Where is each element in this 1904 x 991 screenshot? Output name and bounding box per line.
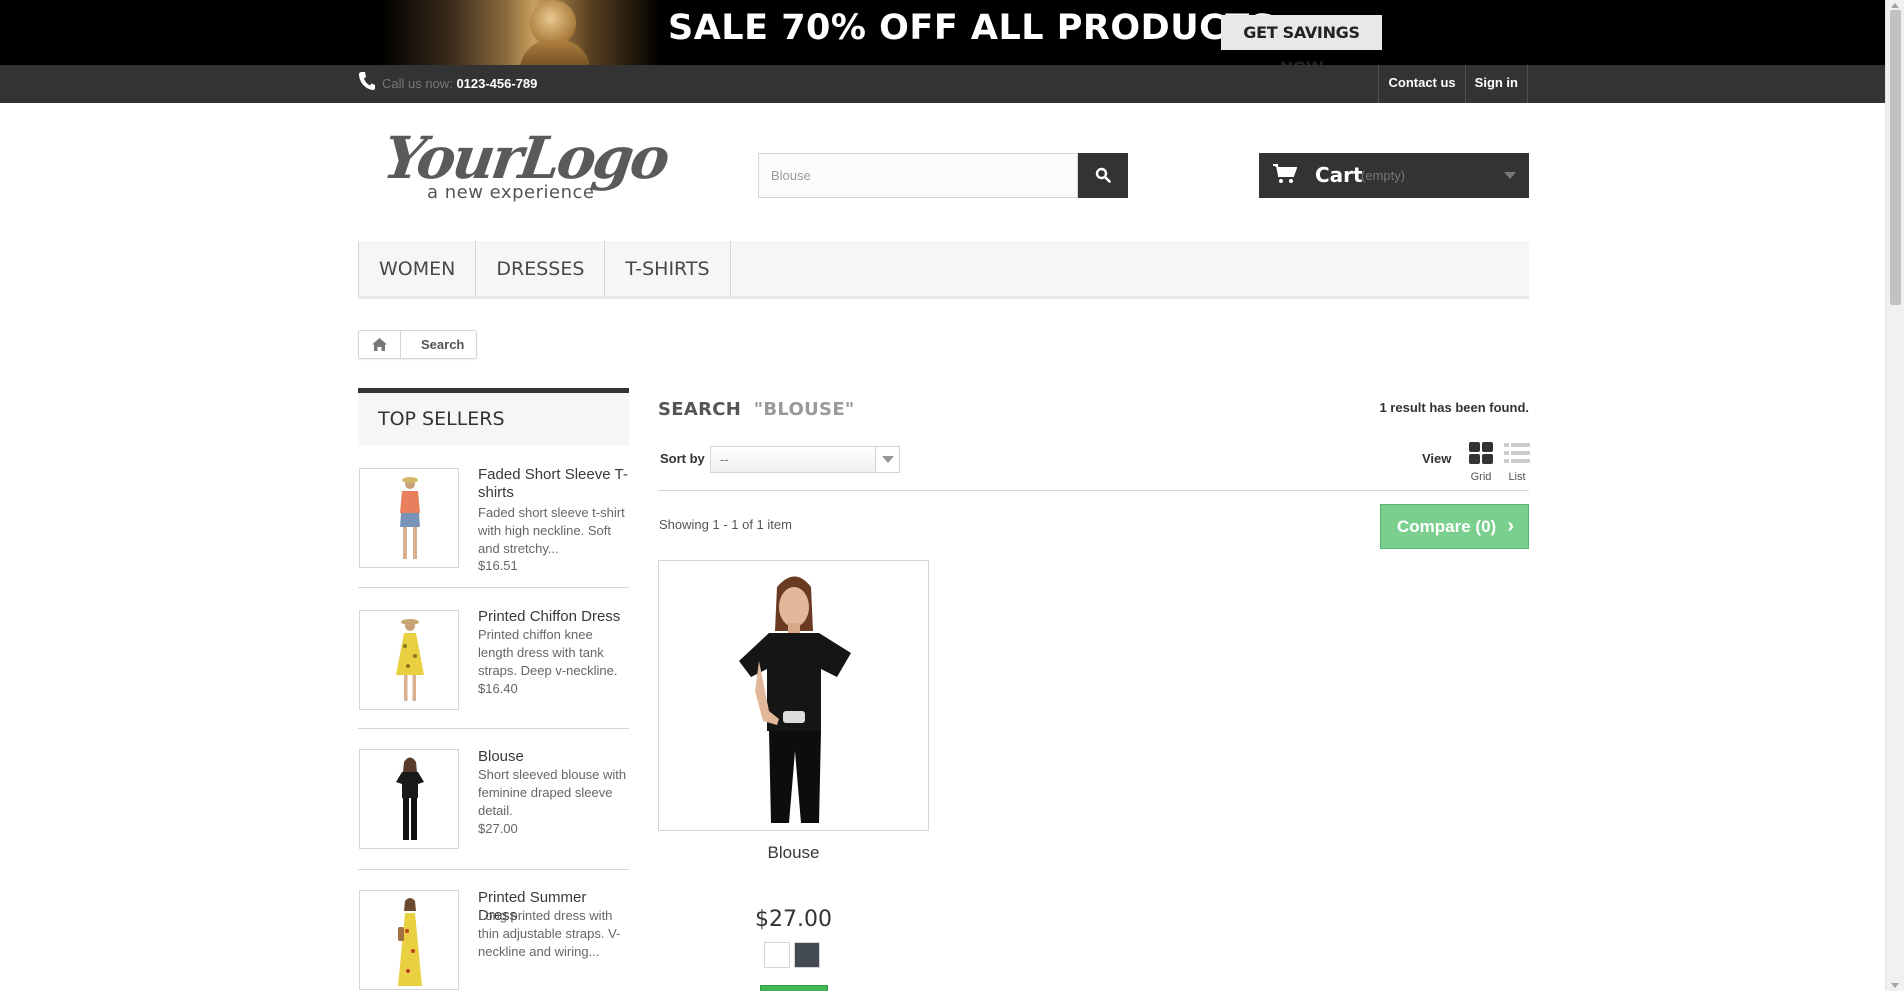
main-menu: WOMEN DRESSES T-SHIRTS xyxy=(358,241,1529,299)
product-card[interactable]: Blouse $27.00 xyxy=(658,560,929,991)
home-icon xyxy=(372,338,387,351)
product-image[interactable] xyxy=(658,560,929,831)
promo-banner[interactable]: SALE 70% OFF ALL PRODUCTS GET SAVINGS NO… xyxy=(0,0,1885,65)
view-grid-label: Grid xyxy=(1470,471,1492,483)
scrollbar-thumb[interactable] xyxy=(1890,10,1901,305)
product-thumbnail[interactable] xyxy=(359,749,459,849)
product-thumbnail[interactable] xyxy=(359,610,459,710)
scroll-down-icon[interactable] xyxy=(1891,983,1899,988)
showing-count: Showing 1 - 1 of 1 item xyxy=(659,517,792,532)
product-name[interactable]: Printed Chiffon Dress xyxy=(478,608,628,626)
sort-label: Sort by xyxy=(660,451,705,466)
compare-button[interactable]: Compare (0) › xyxy=(1380,504,1529,549)
divider xyxy=(658,490,1529,491)
top-bar: Call us now: 0123-456-789 Contact us Sig… xyxy=(0,65,1885,103)
color-swatch-dark[interactable] xyxy=(794,942,820,968)
site-logo[interactable]: YourLogo a new experience xyxy=(379,124,671,208)
banner-model-image xyxy=(380,0,660,65)
list-item[interactable]: Blouse Short sleeved blouse with feminin… xyxy=(358,729,629,870)
list-item[interactable]: Faded Short Sleeve T-shirts Faded short … xyxy=(358,446,629,588)
sort-select-value: -- xyxy=(720,452,729,467)
grid-icon xyxy=(1469,442,1493,464)
view-label: View xyxy=(1422,451,1452,466)
sort-select[interactable]: -- xyxy=(710,446,900,473)
chevron-right-icon: › xyxy=(1507,515,1514,537)
product-name[interactable]: Blouse xyxy=(658,843,929,863)
page-title: SEARCH "BLOUSE" xyxy=(658,399,855,420)
compare-label: Compare (0) xyxy=(1397,517,1497,536)
product-price: $16.51 xyxy=(478,558,518,573)
cart-status: (empty) xyxy=(1361,168,1406,183)
call-label: Call us now: xyxy=(382,76,453,91)
breadcrumb: Search xyxy=(358,330,478,359)
product-description: Printed chiffon knee length dress with t… xyxy=(478,627,618,678)
sign-in-link[interactable]: Sign in xyxy=(1464,65,1528,103)
list-icon xyxy=(1504,443,1530,463)
top-sellers-title: TOP SELLERS xyxy=(358,388,629,446)
search-input[interactable]: Blouse xyxy=(758,153,1078,198)
add-to-cart-button[interactable] xyxy=(760,985,828,991)
menu-item-dresses[interactable]: DRESSES xyxy=(476,241,606,296)
search-query: "BLOUSE" xyxy=(753,399,855,420)
scrollbar[interactable] xyxy=(1885,0,1904,991)
view-list-label: List xyxy=(1508,471,1526,483)
phone-icon xyxy=(359,72,375,90)
banner-headline: SALE 70% OFF ALL PRODUCTS xyxy=(668,8,1276,48)
phone-number: 0123-456-789 xyxy=(456,76,538,91)
menu-item-tshirts[interactable]: T-SHIRTS xyxy=(605,241,731,296)
color-swatch-white[interactable] xyxy=(764,942,790,968)
menu-item-women[interactable]: WOMEN xyxy=(358,241,477,296)
cart-icon xyxy=(1273,164,1297,183)
top-sellers-block: TOP SELLERS Faded Short Sleeve T-shirts … xyxy=(358,388,629,991)
search-button[interactable] xyxy=(1078,153,1128,198)
cart-dropdown[interactable]: Cart (empty) xyxy=(1259,153,1529,198)
chevron-down-icon xyxy=(875,447,899,472)
product-name[interactable]: Blouse xyxy=(478,748,628,766)
product-thumbnail[interactable] xyxy=(359,468,459,568)
get-savings-button[interactable]: GET SAVINGS NOW xyxy=(1221,15,1382,65)
product-price: $27.00 xyxy=(755,907,832,932)
result-count: 1 result has been found. xyxy=(1379,400,1529,415)
scroll-up-icon[interactable] xyxy=(1891,3,1899,8)
product-description: Long printed dress with thin adjustable … xyxy=(478,908,621,959)
view-grid-button[interactable]: Grid xyxy=(1469,442,1493,483)
chevron-down-icon xyxy=(1504,172,1516,179)
search-title-label: SEARCH xyxy=(658,399,742,420)
breadcrumb-current: Search xyxy=(421,337,465,352)
logo-tagline: a new experience xyxy=(427,182,595,203)
top-nav: Contact us Sign in xyxy=(1378,65,1528,103)
product-description: Short sleeved blouse with feminine drape… xyxy=(478,767,627,818)
product-price: $27.00 xyxy=(478,821,518,836)
breadcrumb-home[interactable] xyxy=(359,331,401,358)
cart-label: Cart xyxy=(1315,163,1363,187)
contact-us-link[interactable]: Contact us xyxy=(1378,65,1464,103)
product-thumbnail[interactable] xyxy=(359,890,459,990)
product-price: $16.40 xyxy=(478,681,518,696)
product-name[interactable]: Faded Short Sleeve T-shirts xyxy=(478,466,628,502)
list-item[interactable]: Printed Summer Dress Long printed dress … xyxy=(358,870,629,991)
product-description: Faded short sleeve t-shirt with high nec… xyxy=(478,505,625,556)
call-us: Call us now: 0123-456-789 xyxy=(382,76,537,91)
list-item[interactable]: Printed Chiffon Dress Printed chiffon kn… xyxy=(358,588,629,729)
view-list-button[interactable]: List xyxy=(1504,442,1530,483)
search-icon xyxy=(1095,167,1111,183)
